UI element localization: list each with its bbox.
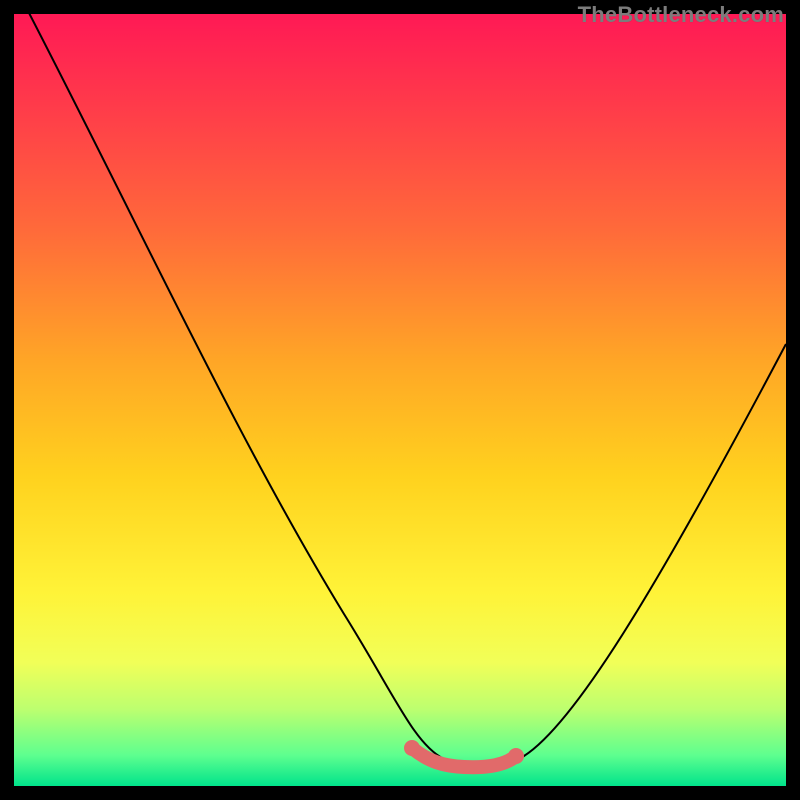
- chart-svg: [14, 14, 786, 786]
- optimal-zone-end-dot: [508, 748, 524, 764]
- optimal-zone-line: [412, 748, 516, 767]
- watermark-text: TheBottleneck.com: [578, 2, 784, 28]
- bottleneck-curve-line: [14, 14, 786, 767]
- optimal-zone-start-dot: [404, 740, 420, 756]
- chart-plot-area: [14, 14, 786, 786]
